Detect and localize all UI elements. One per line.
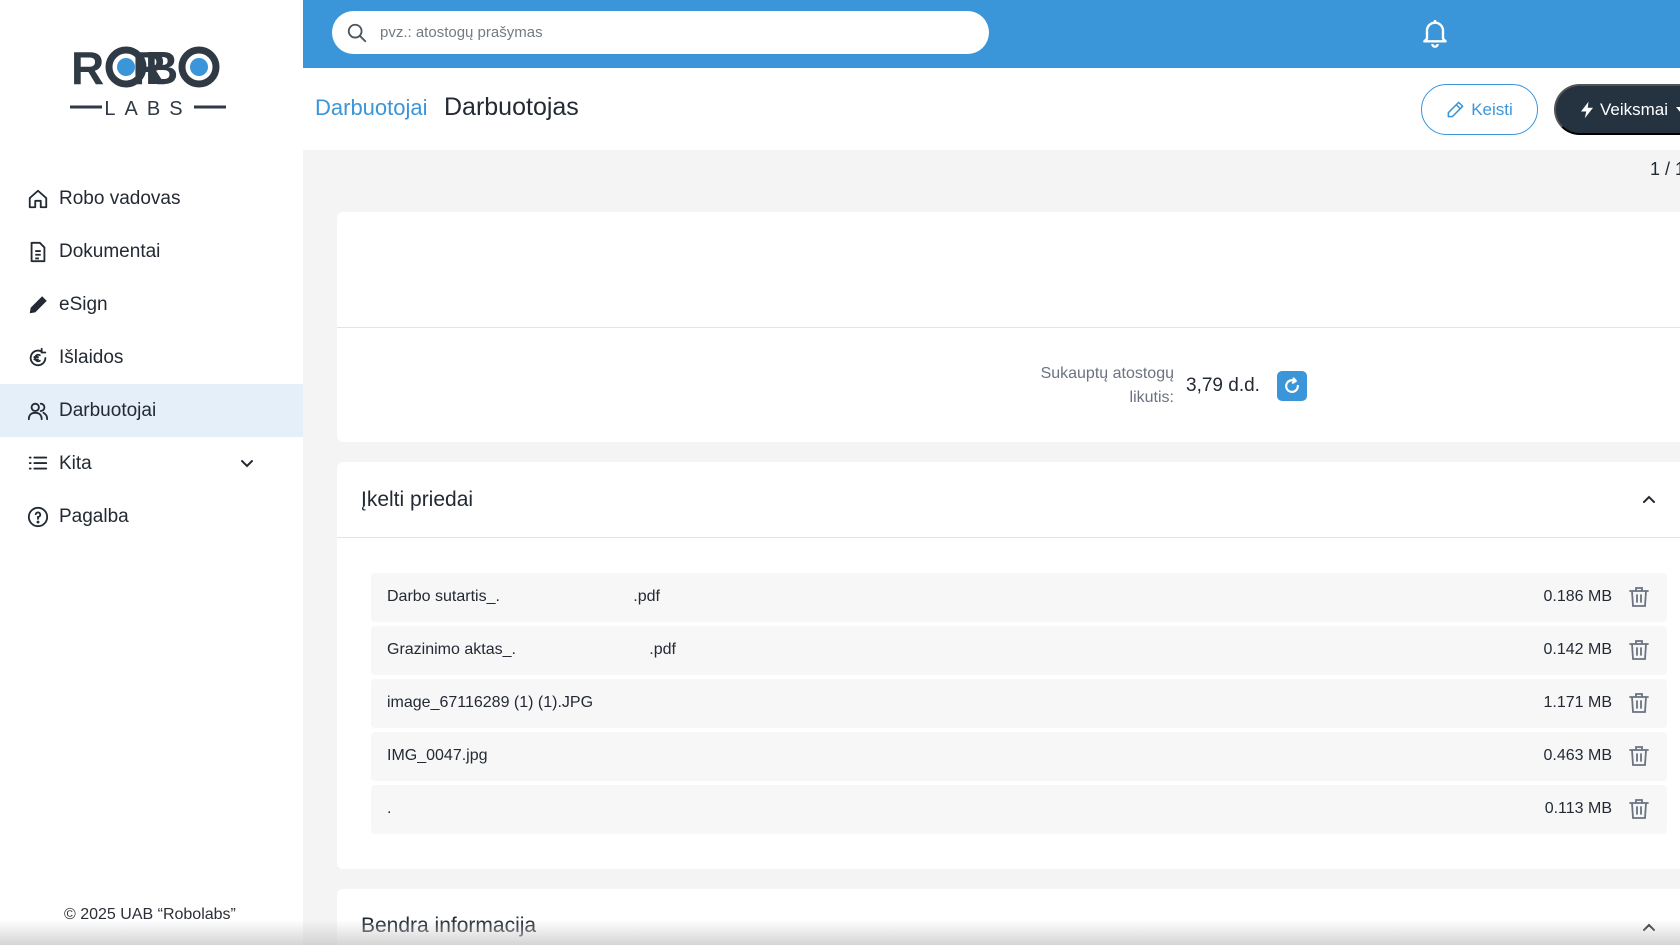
lightning-icon xyxy=(1581,101,1593,118)
search-icon xyxy=(347,23,367,42)
general-info-card[interactable]: Bendra informacija xyxy=(337,889,1680,945)
refresh-balance-button[interactable] xyxy=(1277,371,1307,401)
attachment-size: 0.186 MB xyxy=(1543,588,1612,605)
page-header: Darbuotojai Darbuotojas Keisti Veiksmai xyxy=(303,68,1680,150)
trash-icon[interactable] xyxy=(1627,691,1651,715)
sidebar-item-pagalba[interactable]: Pagalba xyxy=(0,490,303,543)
attachment-row: . 0.113 MB xyxy=(371,785,1667,834)
card-divider xyxy=(337,327,1680,328)
sidebar-item-kita[interactable]: Kita xyxy=(0,437,303,490)
trash-icon[interactable] xyxy=(1627,744,1651,768)
caret-down-icon xyxy=(1676,106,1680,113)
attachment-row: image_67116289 (1) (1).JPG 1.171 MB xyxy=(371,679,1667,728)
attachments-header[interactable]: Įkelti priedai xyxy=(337,462,1680,538)
sidebar-item-label: Išlaidos xyxy=(59,346,124,368)
svg-text:R: R xyxy=(71,44,104,94)
search-box[interactable] xyxy=(332,11,989,54)
svg-text:LABS: LABS xyxy=(104,98,191,120)
actions-dropdown-button[interactable]: Veiksmai xyxy=(1554,84,1680,135)
sidebar-item-label: Dokumentai xyxy=(59,240,161,262)
attachment-row: Darbo sutartis_. .pdf 0.186 MB xyxy=(371,573,1667,622)
attachment-size: 1.171 MB xyxy=(1543,694,1612,711)
pencil-icon xyxy=(1447,101,1464,118)
sidebar-item-label: Robo vadovas xyxy=(59,187,181,209)
attachment-name[interactable]: image_67116289 (1) (1).JPG xyxy=(387,694,593,712)
copyright-text: © 2025 UAB “Robolabs” xyxy=(64,906,236,923)
page-title: Darbuotojas xyxy=(444,93,579,121)
attachment-row: Grazinimo aktas_. .pdf 0.142 MB xyxy=(371,626,1667,675)
sidebar-item-robo-vadovas[interactable]: Robo vadovas xyxy=(0,172,303,225)
attachment-size: 0.142 MB xyxy=(1543,641,1612,658)
svg-text:B: B xyxy=(145,44,178,94)
actions-button-label: Veiksmai xyxy=(1600,99,1669,119)
euro-refresh-icon xyxy=(26,346,50,370)
sidebar-nav: Robo vadovas Dokumentai eSign Išlaidos D… xyxy=(0,172,303,543)
attachments-card: Įkelti priedai Darbo sutartis_. .pdf 0.1… xyxy=(337,462,1680,869)
pen-icon xyxy=(26,293,50,317)
attachment-name[interactable]: IMG_0047.jpg xyxy=(387,747,488,765)
sidebar-item-label: Darbuotojai xyxy=(59,399,157,421)
breadcrumb-darbuotojai[interactable]: Darbuotojai xyxy=(315,95,428,121)
users-icon xyxy=(26,399,50,423)
chevron-down-icon[interactable] xyxy=(237,453,257,473)
attachment-name[interactable]: Grazinimo aktas_. .pdf xyxy=(387,641,676,659)
sidebar-item-dokumentai[interactable]: Dokumentai xyxy=(0,225,303,278)
sidebar: R R B LABS Robo vadovas Dokumentai eSign… xyxy=(0,0,303,945)
vacation-balance-label: Sukauptų atostogų likutis: xyxy=(1040,365,1174,406)
home-icon xyxy=(26,187,50,211)
notification-bell-icon[interactable] xyxy=(1419,16,1451,48)
attachment-name[interactable]: Darbo sutartis_. .pdf xyxy=(387,588,660,606)
attachment-name[interactable]: . xyxy=(387,800,391,818)
sidebar-item-label: Pagalba xyxy=(59,505,129,527)
list-icon xyxy=(26,452,50,476)
sidebar-item-esign[interactable]: eSign xyxy=(0,278,303,331)
general-info-title: Bendra informacija xyxy=(361,914,537,937)
trash-icon[interactable] xyxy=(1627,638,1651,662)
sidebar-item-label: Kita xyxy=(59,452,92,474)
edit-button[interactable]: Keisti xyxy=(1421,84,1538,135)
robolabs-logo[interactable]: R R B LABS xyxy=(68,44,228,124)
chevron-up-icon[interactable] xyxy=(1639,489,1659,509)
attachments-list: Darbo sutartis_. .pdf 0.186 MB Grazinimo… xyxy=(371,573,1667,838)
edit-button-label: Keisti xyxy=(1471,99,1513,119)
sidebar-item-darbuotojai[interactable]: Darbuotojai xyxy=(0,384,303,437)
attachment-row: IMG_0047.jpg 0.463 MB xyxy=(371,732,1667,781)
trash-icon[interactable] xyxy=(1627,797,1651,821)
document-icon xyxy=(26,240,50,264)
attachment-size: 0.113 MB xyxy=(1544,800,1612,817)
search-input[interactable] xyxy=(380,24,940,41)
attachments-title: Įkelti priedai xyxy=(361,488,474,511)
help-icon xyxy=(26,505,50,529)
sidebar-item-islaidos[interactable]: Išlaidos xyxy=(0,331,303,384)
chevron-up-icon[interactable] xyxy=(1639,917,1659,937)
top-bar xyxy=(303,0,1680,68)
vacation-balance-value: 3,79 d.d. xyxy=(1186,375,1260,396)
employee-summary-card: Sukauptų atostogų likutis: 3,79 d.d. xyxy=(337,212,1680,442)
sidebar-item-label: eSign xyxy=(59,293,108,315)
refresh-icon xyxy=(1285,377,1299,393)
attachment-size: 0.463 MB xyxy=(1543,747,1612,764)
pager-indicator: 1 / 1 xyxy=(1650,159,1680,179)
trash-icon[interactable] xyxy=(1627,585,1651,609)
